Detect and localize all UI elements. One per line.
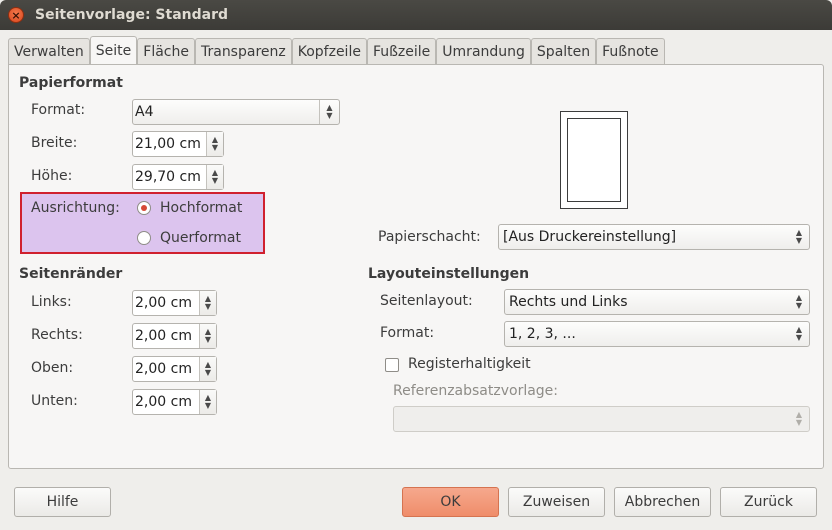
tray-label: Papierschacht: bbox=[378, 229, 481, 245]
width-value: 21,00 cm bbox=[135, 136, 201, 152]
tab-spalten[interactable]: Spalten bbox=[530, 38, 597, 64]
spin-arrows-icon[interactable]: ▲ ▼ bbox=[199, 291, 216, 315]
margin-bottom-label: Unten: bbox=[31, 393, 78, 409]
page-layout-label: Seitenlayout: bbox=[380, 293, 473, 309]
cancel-button[interactable]: Abbrechen bbox=[614, 487, 711, 517]
margin-top-value: 2,00 cm bbox=[135, 361, 192, 377]
chevron-updown-icon: ▲ ▼ bbox=[795, 325, 803, 342]
margin-right-spinner[interactable]: 2,00 cm ▲ ▼ bbox=[132, 323, 217, 349]
tab-verwalten[interactable]: Verwalten bbox=[8, 38, 90, 64]
numbering-format-select[interactable]: 1, 2, 3, ... ▲ ▼ bbox=[504, 321, 810, 347]
paper-format-select[interactable]: A4 ▲ ▼ bbox=[132, 99, 340, 125]
reset-button[interactable]: Zurück bbox=[720, 487, 817, 517]
margin-left-label: Links: bbox=[31, 294, 72, 310]
section-title-layout: Layouteinstellungen bbox=[368, 266, 530, 282]
tab-fussnote[interactable]: Fußnote bbox=[596, 38, 665, 64]
section-title-paper-format: Papierformat bbox=[19, 75, 123, 91]
width-label: Breite: bbox=[31, 135, 78, 151]
tab-bar: Verwalten Seite Fläche Transparenz Kopfz… bbox=[8, 36, 665, 64]
ok-button[interactable]: OK bbox=[402, 487, 499, 517]
margin-left-value: 2,00 cm bbox=[135, 295, 192, 311]
section-title-margins: Seitenränder bbox=[19, 266, 123, 282]
portrait-radio[interactable] bbox=[137, 201, 151, 215]
chevron-updown-icon: ▲ ▼ bbox=[319, 100, 339, 124]
numbering-format-label: Format: bbox=[380, 325, 435, 341]
spin-arrows-icon[interactable]: ▲ ▼ bbox=[206, 132, 223, 156]
tab-seite[interactable]: Seite bbox=[89, 36, 138, 64]
margin-top-label: Oben: bbox=[31, 360, 74, 376]
window-title: Seitenvorlage: Standard bbox=[35, 7, 228, 23]
margin-right-value: 2,00 cm bbox=[135, 328, 192, 344]
reference-style-value bbox=[394, 407, 789, 431]
numbering-format-value: 1, 2, 3, ... bbox=[509, 326, 576, 342]
tab-transparenz[interactable]: Transparenz bbox=[194, 38, 292, 64]
spin-arrows-icon[interactable]: ▲ ▼ bbox=[199, 357, 216, 381]
orientation-label: Ausrichtung: bbox=[31, 200, 120, 216]
margin-top-spinner[interactable]: 2,00 cm ▲ ▼ bbox=[132, 356, 217, 382]
portrait-label[interactable]: Hochformat bbox=[160, 200, 242, 216]
margin-bottom-value: 2,00 cm bbox=[135, 394, 192, 410]
paper-format-value: A4 bbox=[135, 104, 154, 120]
height-label: Höhe: bbox=[31, 168, 73, 184]
margin-right-label: Rechts: bbox=[31, 327, 83, 343]
tab-kopfzeile[interactable]: Kopfzeile bbox=[291, 38, 367, 64]
format-label: Format: bbox=[31, 102, 86, 118]
register-checkbox[interactable] bbox=[385, 358, 399, 372]
chevron-updown-icon: ▲ ▼ bbox=[795, 410, 803, 427]
radio-dot bbox=[141, 205, 147, 211]
reference-style-select[interactable]: ▲ ▼ bbox=[393, 406, 810, 432]
tab-fusszeile[interactable]: Fußzeile bbox=[366, 38, 437, 64]
page-preview-margins bbox=[567, 118, 621, 202]
page-layout-select[interactable]: Rechts und Links ▲ ▼ bbox=[504, 289, 810, 315]
height-value: 29,70 cm bbox=[135, 169, 201, 185]
width-spinner[interactable]: 21,00 cm ▲ ▼ bbox=[132, 131, 224, 157]
landscape-radio[interactable] bbox=[137, 231, 151, 245]
paper-tray-value: [Aus Druckereinstellung] bbox=[503, 229, 677, 245]
chevron-updown-icon: ▲ ▼ bbox=[795, 293, 803, 310]
chevron-updown-icon: ▲ ▼ bbox=[795, 228, 803, 245]
close-icon[interactable]: × bbox=[8, 7, 24, 23]
title-bar: × Seitenvorlage: Standard bbox=[0, 0, 832, 30]
margin-bottom-spinner[interactable]: 2,00 cm ▲ ▼ bbox=[132, 389, 217, 415]
spin-arrows-icon[interactable]: ▲ ▼ bbox=[206, 165, 223, 189]
tab-umrandung[interactable]: Umrandung bbox=[436, 38, 531, 64]
spin-arrows-icon[interactable]: ▲ ▼ bbox=[199, 390, 216, 414]
apply-button[interactable]: Zuweisen bbox=[508, 487, 605, 517]
page-layout-value: Rechts und Links bbox=[509, 294, 628, 310]
tab-flaeche[interactable]: Fläche bbox=[137, 38, 195, 64]
landscape-label[interactable]: Querformat bbox=[160, 230, 241, 246]
register-label[interactable]: Registerhaltigkeit bbox=[408, 356, 531, 372]
help-button[interactable]: Hilfe bbox=[14, 487, 111, 517]
reference-style-label: Referenzabsatzvorlage: bbox=[393, 383, 559, 399]
spin-arrows-icon[interactable]: ▲ ▼ bbox=[199, 324, 216, 348]
height-spinner[interactable]: 29,70 cm ▲ ▼ bbox=[132, 164, 224, 190]
paper-tray-select[interactable]: [Aus Druckereinstellung] ▲ ▼ bbox=[498, 224, 810, 250]
page-preview bbox=[560, 111, 628, 209]
margin-left-spinner[interactable]: 2,00 cm ▲ ▼ bbox=[132, 290, 217, 316]
